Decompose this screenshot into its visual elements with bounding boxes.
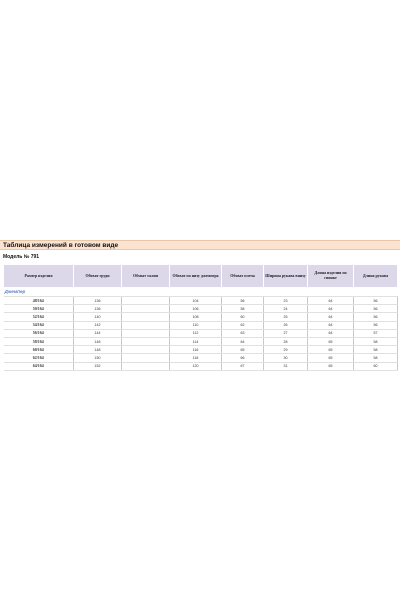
table-row: 52/164 140 108 60 25 64 56 (3, 312, 398, 322)
value-cell: 60 (221, 312, 264, 322)
value-cell: 144 (73, 329, 122, 338)
value-cell: 56 (353, 321, 398, 330)
value-cell (121, 304, 170, 314)
header-cell: Обхват груди (73, 264, 122, 288)
value-cell (121, 329, 170, 338)
value-cell: 65 (307, 362, 354, 371)
value-cell: 66 (221, 353, 264, 363)
value-cell: 64 (307, 296, 354, 306)
size-cell: 56/164 (3, 329, 74, 338)
header-row: Размер изделия Обхват груди Обхват талии… (3, 264, 398, 288)
value-cell (121, 321, 170, 330)
value-cell: 58 (353, 353, 398, 363)
value-cell: 64 (307, 321, 354, 330)
value-cell: 108 (169, 312, 222, 322)
table-row: 62/164 150 118 66 30 65 58 (3, 353, 398, 363)
value-cell (121, 312, 170, 322)
value-cell (121, 345, 170, 355)
table-row: 50/164 136 106 58 24 64 56 (3, 304, 398, 314)
header-cell: Ширина рукава внизу (263, 264, 308, 288)
value-cell: 26 (263, 321, 308, 330)
value-cell: 64 (307, 329, 354, 338)
value-cell: 29 (263, 345, 308, 355)
value-cell (121, 353, 170, 363)
value-cell: 57 (353, 329, 398, 338)
value-cell (121, 337, 170, 347)
table-title-bar: Таблица измерений в готовом виде (0, 240, 400, 250)
header-cell: Обхват талии (121, 264, 170, 288)
value-cell: 67 (221, 362, 264, 371)
header-cell: Обхват по низу джемпера (169, 264, 222, 288)
value-cell: 65 (307, 337, 354, 347)
value-cell: 142 (73, 321, 122, 330)
size-cell: 64/164 (3, 362, 74, 371)
value-cell: 120 (169, 362, 222, 371)
value-cell: 148 (73, 345, 122, 355)
value-cell: 104 (169, 296, 222, 306)
value-cell: 58 (221, 304, 264, 314)
model-number: Модель № 791 (3, 254, 40, 260)
measurements-table: Размер изделия Обхват груди Обхват талии… (3, 264, 398, 371)
value-cell: 27 (263, 329, 308, 338)
table-row: 60/164 148 116 65 29 65 58 (3, 345, 398, 355)
value-cell: 118 (169, 353, 222, 363)
value-cell: 58 (353, 337, 398, 347)
value-cell: 58 (353, 345, 398, 355)
header-cell: Обхват плеча (221, 264, 264, 288)
value-cell: 23 (263, 296, 308, 306)
table-title: Таблица измерений в готовом виде (3, 242, 119, 249)
value-cell: 116 (169, 345, 222, 355)
header-cell: Длина изделия по спинке (307, 264, 354, 288)
table-row: 58/164 146 114 64 28 65 58 (3, 337, 398, 347)
value-cell: 64 (307, 304, 354, 314)
size-cell: 48/164 (3, 296, 74, 306)
value-cell: 30 (263, 353, 308, 363)
value-cell: 25 (263, 312, 308, 322)
value-cell: 136 (73, 296, 122, 306)
table-row: 56/164 144 112 63 27 64 57 (3, 329, 398, 338)
value-cell: 114 (169, 337, 222, 347)
value-cell: 64 (221, 337, 264, 347)
value-cell: 136 (73, 304, 122, 314)
value-cell: 65 (307, 353, 354, 363)
table-row: 54/164 142 110 62 26 64 56 (3, 321, 398, 330)
value-cell: 56 (353, 312, 398, 322)
value-cell (121, 296, 170, 306)
value-cell: 56 (221, 296, 264, 306)
value-cell: 106 (169, 304, 222, 314)
value-cell: 152 (73, 362, 122, 371)
value-cell: 62 (221, 321, 264, 330)
value-cell: 24 (263, 304, 308, 314)
value-cell: 140 (73, 312, 122, 322)
size-cell: 62/164 (3, 353, 74, 363)
value-cell: 60 (353, 362, 398, 371)
value-cell: 28 (263, 337, 308, 347)
size-cell: 52/164 (3, 312, 74, 322)
table-row: 48/164 136 104 56 23 64 56 (3, 296, 398, 306)
size-cell: 58/164 (3, 337, 74, 347)
value-cell: 65 (307, 345, 354, 355)
group-label: Джемпер (3, 287, 398, 297)
size-cell: 50/164 (3, 304, 74, 314)
header-cell: Размер изделия (3, 264, 74, 288)
value-cell (121, 362, 170, 371)
value-cell: 112 (169, 329, 222, 338)
header-cell: Длина рукава (353, 264, 398, 288)
value-cell: 146 (73, 337, 122, 347)
value-cell: 150 (73, 353, 122, 363)
value-cell: 56 (353, 304, 398, 314)
page: Таблица измерений в готовом виде Модель … (0, 0, 400, 600)
size-cell: 60/164 (3, 345, 74, 355)
value-cell: 65 (221, 345, 264, 355)
group-row: Джемпер (3, 287, 398, 297)
value-cell: 31 (263, 362, 308, 371)
table-row: 64/164 152 120 67 31 65 60 (3, 362, 398, 371)
value-cell: 63 (221, 329, 264, 338)
size-cell: 54/164 (3, 321, 74, 330)
value-cell: 64 (307, 312, 354, 322)
value-cell: 56 (353, 296, 398, 306)
value-cell: 110 (169, 321, 222, 330)
